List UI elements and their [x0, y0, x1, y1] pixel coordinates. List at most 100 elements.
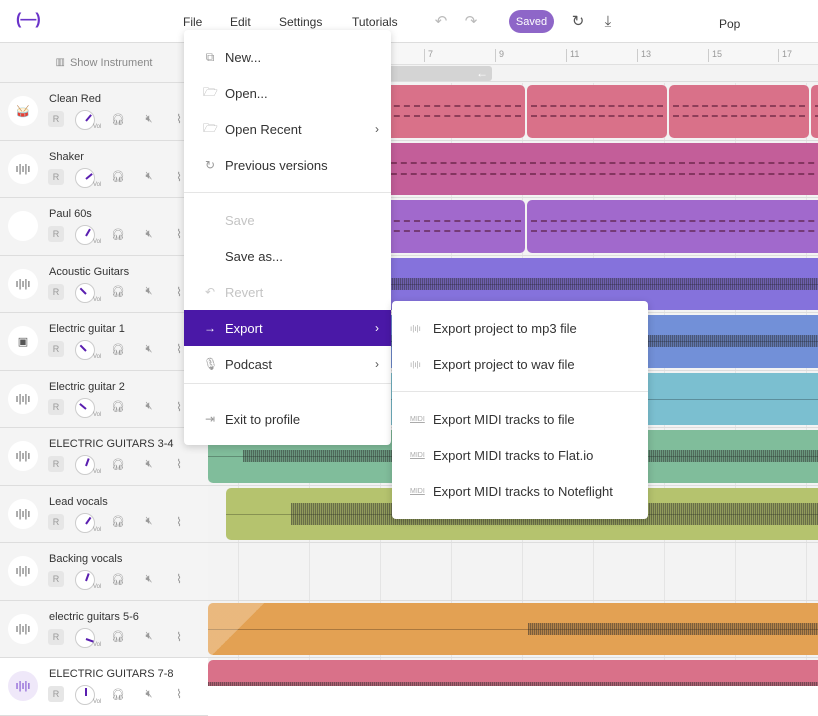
- track-lane[interactable]: [208, 658, 818, 686]
- track-name[interactable]: Lead vocals: [49, 496, 108, 508]
- headphones-icon[interactable]: 🎧︎: [110, 514, 126, 530]
- track-name[interactable]: Backing vocals: [49, 553, 122, 565]
- headphones-icon[interactable]: 🎧︎: [110, 341, 126, 357]
- track-name[interactable]: electric guitars 5-6: [49, 611, 139, 623]
- headphones-icon[interactable]: 🎧︎: [110, 686, 126, 702]
- clip[interactable]: [208, 602, 818, 655]
- file-menu-item-exit-to-profile[interactable]: ⇥ Exit to profile: [184, 401, 391, 437]
- mute-icon[interactable]: 🔇︎: [141, 456, 157, 472]
- track-name[interactable]: ELECTRIC GUITARS 7-8: [49, 668, 174, 680]
- undo-icon[interactable]: ↶: [431, 11, 451, 31]
- mute-icon[interactable]: 🔇︎: [141, 686, 157, 702]
- amp-icon[interactable]: ▣: [8, 326, 38, 356]
- record-arm-button[interactable]: R: [48, 456, 64, 472]
- volume-knob[interactable]: [75, 627, 95, 648]
- record-arm-button[interactable]: R: [48, 111, 64, 127]
- record-arm-button[interactable]: R: [48, 341, 64, 357]
- record-arm-button[interactable]: R: [48, 168, 64, 185]
- clip[interactable]: [527, 200, 818, 253]
- waveform-icon[interactable]: ı|ı|ı: [8, 613, 38, 644]
- mute-icon[interactable]: 🔇︎: [141, 169, 157, 185]
- mute-icon[interactable]: 🔇︎: [141, 629, 157, 645]
- headphones-icon[interactable]: 🎧︎: [110, 169, 126, 185]
- volume-knob[interactable]: [75, 397, 95, 418]
- headphones-icon[interactable]: 🎧︎: [110, 456, 126, 472]
- headphones-icon[interactable]: 🎧︎: [110, 284, 126, 300]
- record-arm-button[interactable]: R: [48, 398, 64, 415]
- drum-icon[interactable]: 🥁: [8, 96, 38, 126]
- mute-icon[interactable]: 🔇︎: [141, 226, 157, 242]
- track-name[interactable]: Clean Red: [49, 93, 101, 105]
- headphones-icon[interactable]: 🎧︎: [110, 111, 126, 127]
- waveform-icon[interactable]: ı|ı|ı: [8, 498, 38, 529]
- track-header[interactable]: ı|ı|ı ELECTRIC GUITARS 7-8 R Vol 🎧︎ 🔇︎ ⌇: [0, 658, 208, 716]
- clip[interactable]: [811, 85, 818, 138]
- automation-icon[interactable]: ⌇: [171, 629, 187, 645]
- track-header[interactable]: 🥁 Clean Red R Vol 🎧︎ 🔇︎ ⌇: [0, 83, 208, 141]
- waveform-icon[interactable]: ı|ı|ı: [8, 671, 38, 701]
- automation-icon[interactable]: ⌇: [171, 514, 187, 530]
- clip[interactable]: [527, 85, 667, 138]
- file-menu-item-open-recent[interactable]: 🗁 Open Recent ›: [184, 111, 391, 147]
- file-menu-item-open[interactable]: 🗁 Open...: [184, 75, 391, 111]
- headphones-icon[interactable]: 🎧︎: [110, 226, 126, 242]
- track-name[interactable]: Acoustic Guitars: [49, 266, 129, 278]
- record-arm-button[interactable]: R: [48, 628, 64, 645]
- track-name[interactable]: ELECTRIC GUITARS 3-4: [49, 438, 174, 450]
- export-menu-item[interactable]: ı|ı|ı Export project to wav file: [392, 346, 648, 382]
- track-lane[interactable]: [208, 600, 818, 658]
- clip[interactable]: [208, 660, 818, 686]
- waveform-icon[interactable]: ı|ı|ı: [8, 268, 38, 299]
- mute-icon[interactable]: 🔇︎: [141, 571, 157, 587]
- file-menu-item-previous-versions[interactable]: ↻ Previous versions: [184, 147, 391, 183]
- redo-icon[interactable]: ↷: [461, 11, 481, 31]
- volume-knob[interactable]: [75, 340, 95, 360]
- track-header[interactable]: ı|ı|ı Electric guitar 2 R Vol 🎧︎ 🔇︎ ⌇: [0, 370, 208, 428]
- record-arm-button[interactable]: R: [48, 571, 64, 587]
- show-instrument-button[interactable]: ▥ Show Instrument: [0, 43, 208, 83]
- saved-badge[interactable]: Saved: [509, 10, 554, 33]
- volume-knob[interactable]: [75, 282, 95, 303]
- volume-knob[interactable]: [75, 685, 95, 705]
- volume-knob[interactable]: [75, 570, 95, 590]
- record-arm-button[interactable]: R: [48, 226, 64, 242]
- waveform-icon[interactable]: ı|ı|ı: [8, 383, 38, 414]
- file-menu-item-export[interactable]: → Export ›: [184, 310, 391, 346]
- file-menu-item-revert[interactable]: ↶ Revert: [184, 274, 391, 310]
- file-menu-item-podcast[interactable]: 🎙 Podcast ›: [184, 346, 391, 382]
- menu-settings[interactable]: Settings: [279, 15, 322, 29]
- mute-icon[interactable]: 🔇︎: [141, 111, 157, 127]
- project-name[interactable]: Pop: [719, 17, 740, 31]
- record-arm-button[interactable]: R: [48, 513, 64, 530]
- waveform-icon[interactable]: ı|ı|ı: [8, 556, 38, 586]
- export-menu-item[interactable]: MIDI Export MIDI tracks to file: [392, 401, 648, 437]
- track-header[interactable]: ı|ı|ı Shaker R Vol 🎧︎ 🔇︎ ⌇: [0, 140, 208, 198]
- volume-knob[interactable]: [75, 455, 95, 475]
- track-name[interactable]: Shaker: [49, 151, 84, 163]
- export-menu-item[interactable]: MIDI Export MIDI tracks to Flat.io: [392, 437, 648, 473]
- track-lane[interactable]: [208, 543, 818, 601]
- track-name[interactable]: Paul 60s: [49, 208, 92, 220]
- headphones-icon[interactable]: 🎧︎: [110, 629, 126, 645]
- export-menu-item[interactable]: ı|ı|ı Export project to mp3 file: [392, 310, 648, 346]
- menu-file[interactable]: File: [183, 15, 202, 29]
- track-header[interactable]: ▣ Electric guitar 1 R Vol 🎧︎ 🔇︎ ⌇: [0, 313, 208, 371]
- download-icon[interactable]: ⤓: [598, 11, 618, 31]
- track-header[interactable]: Paul 60s R Vol 🎧︎ 🔇︎ ⌇: [0, 198, 208, 256]
- waveform-icon[interactable]: ı|ı|ı: [8, 153, 38, 184]
- automation-icon[interactable]: ⌇: [171, 456, 187, 472]
- track-header[interactable]: ı|ı|ı Backing vocals R Vol 🎧︎ 🔇︎ ⌇: [0, 543, 208, 601]
- app-logo[interactable]: (—): [16, 11, 41, 29]
- file-menu-item-new[interactable]: ⧉ New...: [184, 39, 391, 75]
- track-header[interactable]: ı|ı|ı Acoustic Guitars R Vol 🎧︎ 🔇︎ ⌇: [0, 255, 208, 313]
- menu-tutorials[interactable]: Tutorials: [352, 15, 398, 29]
- headphones-icon[interactable]: 🎧︎: [110, 571, 126, 587]
- mute-icon[interactable]: 🔇︎: [141, 399, 157, 415]
- file-menu-item-save[interactable]: Save: [184, 202, 391, 238]
- track-name[interactable]: Electric guitar 1: [49, 323, 125, 335]
- history-icon[interactable]: ↻: [568, 11, 588, 31]
- volume-knob[interactable]: [75, 110, 95, 130]
- automation-icon[interactable]: ⌇: [171, 571, 187, 587]
- track-header[interactable]: ı|ı|ı electric guitars 5-6 R Vol 🎧︎ 🔇︎ ⌇: [0, 600, 208, 658]
- headphones-icon[interactable]: 🎧︎: [110, 399, 126, 415]
